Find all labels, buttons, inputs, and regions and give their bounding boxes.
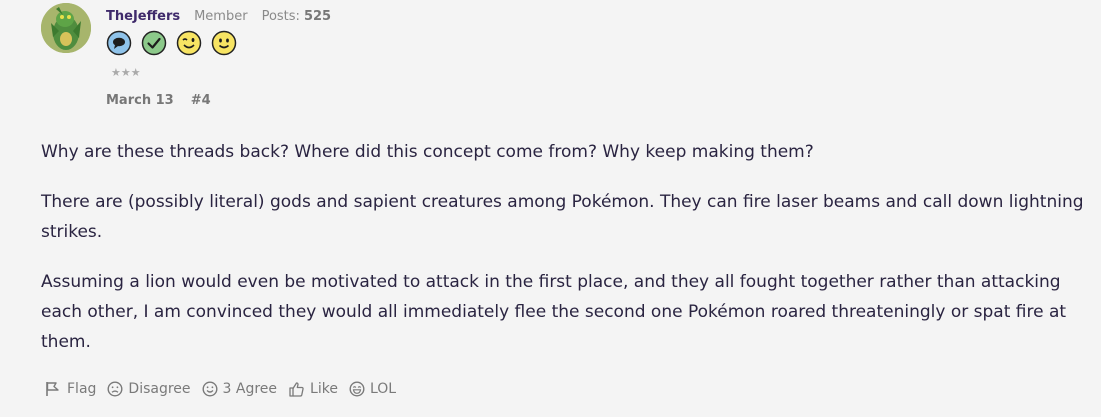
smile-face-icon [202, 381, 218, 397]
user-rank-stars: ★★★ [111, 66, 141, 79]
post-paragraph: There are (possibly literal) gods and sa… [41, 192, 1084, 242]
user-badges [106, 30, 237, 56]
author-line: TheJeffers Member Posts: 525 [106, 9, 331, 27]
posts-count: 525 [303, 9, 332, 24]
post-meta: March 13 #4 [106, 93, 211, 108]
agree-button[interactable]: 3 Agree [202, 381, 278, 397]
posts-label: Posts: [261, 9, 300, 24]
post-paragraph: Why are these threads back? Where did th… [41, 142, 814, 162]
avatar-image [41, 3, 91, 53]
checkmark-icon[interactable] [141, 30, 167, 56]
lol-label: LOL [369, 381, 397, 397]
post-body: Why are these threads back? Where did th… [41, 137, 1091, 377]
flag-button[interactable]: Flag [44, 380, 96, 398]
post-paragraph: Assuming a lion would even be motivated … [41, 272, 1067, 352]
agree-label: 3 Agree [222, 381, 278, 397]
frown-face-icon [107, 381, 123, 397]
flag-label: Flag [67, 381, 97, 397]
forum-post: TheJeffers Member Posts: 525 ★★★ March 1… [0, 0, 1101, 417]
post-actions: Flag Disagree 3 Agree Like LOL [44, 380, 407, 398]
thumbs-up-icon [289, 381, 304, 397]
post-number-link[interactable]: #4 [191, 93, 211, 108]
smile-face-icon[interactable] [211, 30, 237, 56]
user-role: Member [194, 9, 248, 24]
like-label: Like [310, 381, 338, 397]
wink-face-icon[interactable] [176, 30, 202, 56]
disagree-label: Disagree [128, 381, 191, 397]
flag-icon [46, 382, 59, 396]
like-button[interactable]: Like [288, 381, 338, 398]
post-date-link[interactable]: March 13 [106, 93, 174, 108]
username-link[interactable]: TheJeffers [106, 9, 180, 24]
disagree-button[interactable]: Disagree [107, 381, 191, 397]
speech-bubble-icon[interactable] [106, 30, 132, 56]
avatar[interactable] [41, 3, 91, 53]
lol-button[interactable]: LOL [349, 381, 396, 397]
laughing-face-icon [349, 381, 365, 397]
